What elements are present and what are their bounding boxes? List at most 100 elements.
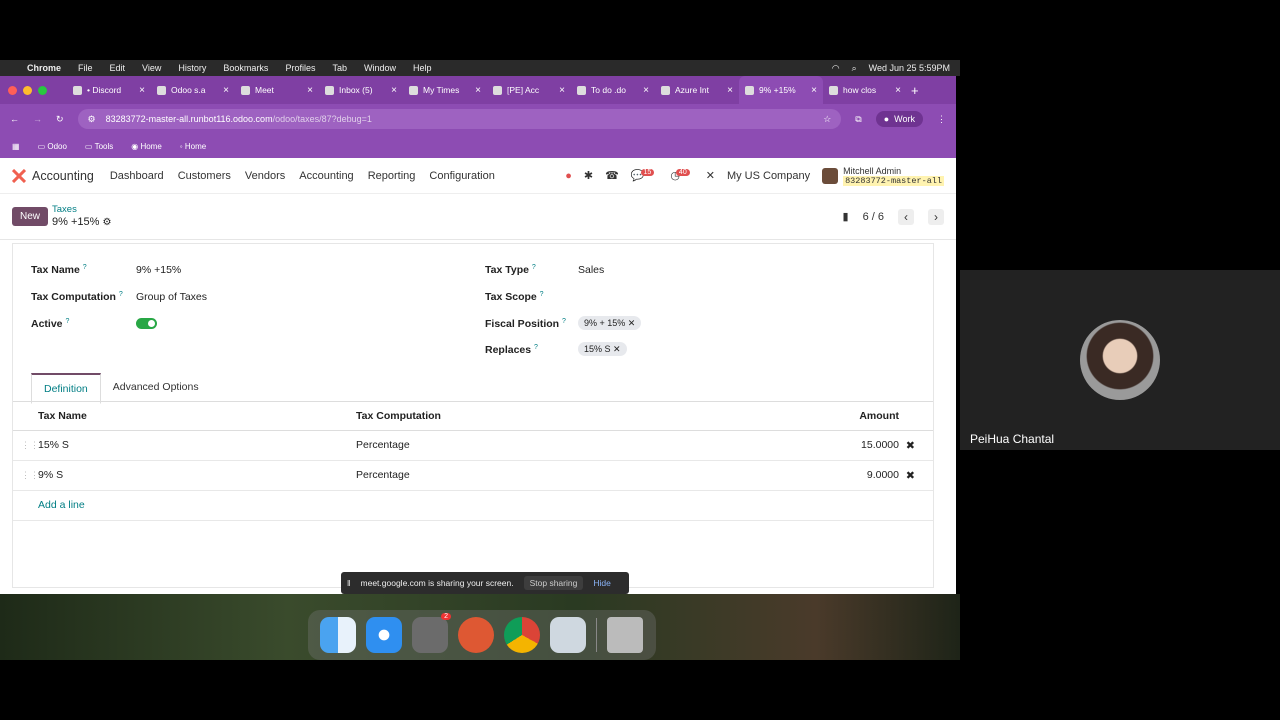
close-tab-icon[interactable]: × xyxy=(223,85,229,96)
menu-reporting[interactable]: Reporting xyxy=(368,170,416,182)
help-tooltip-icon[interactable]: ? xyxy=(119,291,123,298)
col-amount[interactable]: Amount xyxy=(622,402,933,431)
chrome-icon[interactable] xyxy=(504,617,540,653)
phone-icon[interactable]: ☎ xyxy=(605,169,619,182)
browser-tab[interactable]: My Times × xyxy=(403,76,487,104)
add-line-link[interactable]: Add a line xyxy=(38,499,85,511)
help-tooltip-icon[interactable]: ? xyxy=(65,318,69,325)
delete-line-icon[interactable]: ✖ xyxy=(906,439,915,452)
bookmark-folder-odoo[interactable]: ▭ Odoo xyxy=(38,142,67,151)
close-tab-icon[interactable]: × xyxy=(559,85,565,96)
profile-button[interactable]: ● Work xyxy=(875,111,923,127)
close-tab-icon[interactable]: × xyxy=(643,85,649,96)
help-tooltip-icon[interactable]: ? xyxy=(532,264,536,271)
finder-icon[interactable] xyxy=(320,617,356,653)
replaces-tag[interactable]: 15% S ✕ xyxy=(578,342,627,356)
table-row[interactable]: ⋮⋮ 15% S Percentage 15.0000 ✖ xyxy=(13,430,933,461)
tax-computation-field[interactable]: Group of Taxes xyxy=(136,291,207,303)
bookmark-home[interactable]: ◉ Home xyxy=(131,142,162,151)
browser-tab[interactable]: To do .do × xyxy=(571,76,655,104)
bookmark-folder-tools[interactable]: ▭ Tools xyxy=(85,142,113,151)
browser-tab[interactable]: [PE] Acc × xyxy=(487,76,571,104)
pager-value[interactable]: 6 / 6 xyxy=(863,211,884,223)
pager-next-button[interactable]: › xyxy=(928,208,944,225)
menubar-app[interactable]: Chrome xyxy=(27,63,61,73)
drag-handle-icon[interactable]: ⋮⋮ xyxy=(21,440,39,451)
preview-icon[interactable] xyxy=(550,617,586,653)
menu-window[interactable]: Window xyxy=(364,63,396,73)
tax-name-field[interactable]: 9% +15% xyxy=(136,264,181,276)
table-row[interactable]: ⋮⋮ 9% S Percentage 9.0000 ✖ xyxy=(13,460,933,491)
gear-icon[interactable]: ⚙ xyxy=(102,217,111,228)
extensions-icon[interactable]: ⧉ xyxy=(855,114,861,125)
menu-profiles[interactable]: Profiles xyxy=(285,63,315,73)
browser-tab[interactable]: • Discord × xyxy=(67,76,151,104)
browser-tab[interactable]: Odoo s.a × xyxy=(151,76,235,104)
new-tab-icon[interactable]: + xyxy=(911,83,919,98)
help-tooltip-icon[interactable]: ? xyxy=(534,344,538,351)
close-tab-icon[interactable]: × xyxy=(307,85,313,96)
close-tab-icon[interactable]: × xyxy=(895,85,901,96)
close-tab-icon[interactable]: × xyxy=(727,85,733,96)
close-tab-icon[interactable]: × xyxy=(811,85,817,96)
more-menu-icon[interactable]: ⋮ xyxy=(937,114,946,125)
menu-tab[interactable]: Tab xyxy=(332,63,347,73)
menu-configuration[interactable]: Configuration xyxy=(429,170,494,182)
remove-tag-icon[interactable]: ✕ xyxy=(628,318,636,328)
pager-previous-button[interactable]: ‹ xyxy=(898,208,914,225)
bookmark-icon[interactable]: ▮ xyxy=(843,210,849,223)
help-tooltip-icon[interactable]: ? xyxy=(83,264,87,271)
menu-history[interactable]: History xyxy=(178,63,206,73)
chat-icon[interactable]: 💬15 xyxy=(631,169,659,182)
menu-edit[interactable]: Edit xyxy=(110,63,126,73)
drag-handle-icon[interactable]: ⋮⋮ xyxy=(21,470,39,481)
menu-vendors[interactable]: Vendors xyxy=(245,170,285,182)
user-menu[interactable]: Mitchell Admin 83283772-master-all xyxy=(822,166,944,186)
apps-grid-icon[interactable]: ▦ xyxy=(12,142,20,151)
menu-help[interactable]: Help xyxy=(413,63,432,73)
close-tab-icon[interactable]: × xyxy=(391,85,397,96)
clock[interactable]: Wed Jun 25 5:59PM xyxy=(869,63,950,73)
debug-bug-icon[interactable]: ✱ xyxy=(584,169,593,182)
help-tooltip-icon[interactable]: ? xyxy=(562,318,566,325)
reload-icon[interactable]: ↻ xyxy=(56,114,64,125)
system-settings-icon[interactable]: 2 xyxy=(412,613,451,653)
delete-line-icon[interactable]: ✖ xyxy=(906,469,915,482)
bookmark-home-2[interactable]: ◦ Home xyxy=(180,142,206,151)
menu-bookmarks[interactable]: Bookmarks xyxy=(223,63,268,73)
close-window-button[interactable] xyxy=(8,85,17,95)
company-switcher[interactable]: My US Company xyxy=(727,170,810,182)
browser-tab[interactable]: how clos × xyxy=(823,76,907,104)
browser-tab[interactable]: Azure Int × xyxy=(655,76,739,104)
menu-file[interactable]: File xyxy=(78,63,93,73)
close-tab-icon[interactable]: × xyxy=(475,85,481,96)
bookmark-star-icon[interactable]: ☆ xyxy=(823,114,831,125)
minimize-window-button[interactable] xyxy=(23,85,32,95)
menu-dashboard[interactable]: Dashboard xyxy=(110,170,164,182)
breadcrumb-taxes[interactable]: Taxes xyxy=(52,204,111,216)
tax-type-field[interactable]: Sales xyxy=(578,264,604,276)
tab-advanced-options[interactable]: Advanced Options xyxy=(101,373,211,404)
site-settings-icon[interactable]: ⚙ xyxy=(88,114,96,125)
help-tooltip-icon[interactable]: ? xyxy=(540,291,544,298)
menu-customers[interactable]: Customers xyxy=(178,170,231,182)
col-tax-computation[interactable]: Tax Computation xyxy=(356,402,623,431)
search-icon[interactable]: ⌕ xyxy=(852,63,857,74)
hide-button[interactable]: Hide xyxy=(593,578,610,588)
zoom-window-button[interactable] xyxy=(38,85,47,95)
duckduckgo-icon[interactable] xyxy=(458,617,494,653)
browser-tab-active[interactable]: 9% +15% × xyxy=(739,76,823,104)
activity-icon[interactable]: ◷40 xyxy=(670,169,693,182)
browser-tab[interactable]: Meet × xyxy=(235,76,319,104)
safari-icon[interactable] xyxy=(366,617,402,653)
new-button[interactable]: New xyxy=(12,207,49,226)
url-bar[interactable]: ⚙ 83283772-master-all.runbot116.odoo.com… xyxy=(77,109,842,129)
active-toggle[interactable] xyxy=(136,318,157,332)
browser-tab[interactable]: Inbox (5) × xyxy=(319,76,403,104)
wifi-icon[interactable]: ◠ xyxy=(832,63,840,74)
tools-icon[interactable]: ✕ xyxy=(706,169,715,182)
fiscal-position-tag[interactable]: 9% + 15% ✕ xyxy=(578,316,642,330)
remove-tag-icon[interactable]: ✕ xyxy=(613,344,621,354)
trash-icon[interactable] xyxy=(607,617,643,653)
col-tax-name[interactable]: Tax Name xyxy=(13,402,356,431)
